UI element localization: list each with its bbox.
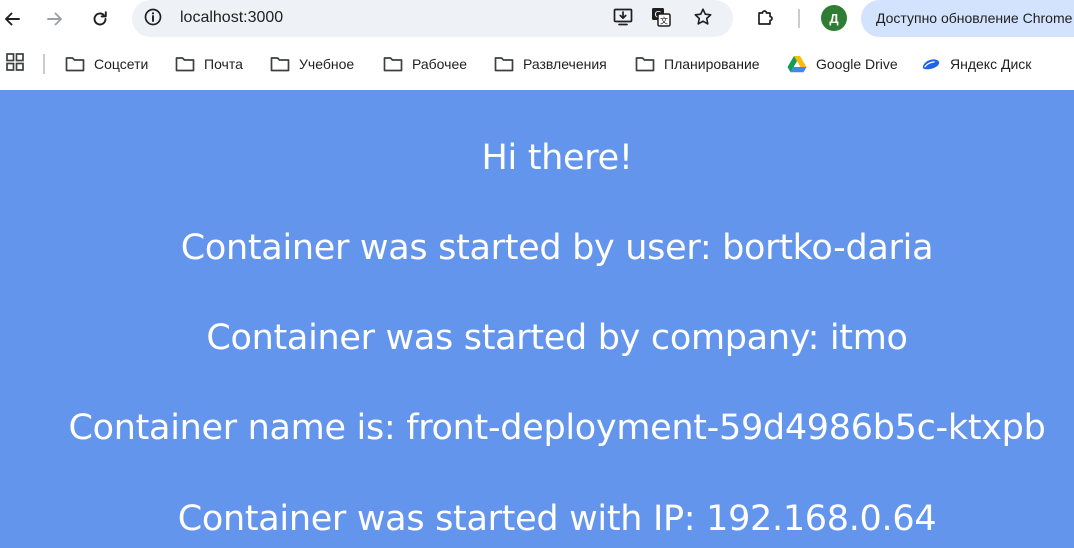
update-chrome-button[interactable]: Доступно обновление Chrome <box>861 0 1074 37</box>
company-line: Container was started by company: itmo <box>206 318 908 358</box>
forward-button[interactable] <box>40 4 70 34</box>
apps-grid-icon <box>6 52 24 76</box>
back-button[interactable] <box>0 4 27 34</box>
bookmarks-bar: Соцсети Почта Учебное Рабочее Развлечени… <box>0 38 1074 90</box>
bookmark-label: Почта <box>204 56 243 72</box>
bookmark-label: Учебное <box>299 56 355 72</box>
folder-icon <box>175 54 195 74</box>
translate-icon: G文 <box>650 6 672 33</box>
reload-icon <box>90 9 110 29</box>
extensions-button[interactable] <box>752 5 780 33</box>
bookmark-yandex-disk[interactable]: Яндекс Диск <box>921 51 1031 77</box>
reload-button[interactable] <box>85 4 115 34</box>
bookmark-label: Google Drive <box>816 56 898 72</box>
folder-icon <box>635 54 655 74</box>
bookmark-folder-study[interactable]: Учебное <box>270 51 354 77</box>
puzzle-icon <box>755 6 777 33</box>
container-name-line: Container name is: front-deployment-59d4… <box>68 408 1046 448</box>
ip-line: Container was started with IP: 192.168.0… <box>177 499 937 539</box>
bookmark-label: Планирование <box>664 56 760 72</box>
folder-icon <box>270 54 290 74</box>
folder-icon <box>383 54 403 74</box>
bookmark-label: Рабочее <box>412 56 468 72</box>
browser-toolbar: localhost:3000 G文 Д Доступно обновление … <box>0 0 1074 38</box>
apps-button[interactable] <box>4 52 26 76</box>
site-info-icon <box>143 7 163 32</box>
bookmarks-divider <box>43 54 45 74</box>
toolbar-divider <box>798 9 800 28</box>
bookmark-label: Развлечения <box>523 56 607 72</box>
bookmark-folder-entertainment[interactable]: Развлечения <box>494 51 607 77</box>
back-arrow-icon <box>2 9 22 29</box>
site-info-button[interactable] <box>141 7 165 31</box>
bookmark-folder-mail[interactable]: Почта <box>175 51 243 77</box>
bookmark-star-button[interactable] <box>690 6 716 32</box>
folder-icon <box>65 54 85 74</box>
bookmark-folder-socials[interactable]: Соцсети <box>65 51 148 77</box>
install-app-button[interactable] <box>610 6 636 32</box>
folder-icon <box>494 54 514 74</box>
profile-avatar[interactable]: Д <box>821 5 847 31</box>
bookmark-folder-work[interactable]: Рабочее <box>383 51 467 77</box>
address-bar[interactable]: localhost:3000 G文 <box>132 0 733 37</box>
bookmark-folder-planning[interactable]: Планирование <box>635 51 760 77</box>
forward-arrow-icon <box>45 9 65 29</box>
star-icon <box>693 7 713 32</box>
translate-button[interactable]: G文 <box>648 6 674 32</box>
install-app-icon <box>612 6 634 33</box>
bookmark-label: Соцсети <box>94 56 149 72</box>
yandex-disk-icon <box>921 54 941 74</box>
user-line: Container was started by user: bortko-da… <box>180 228 934 268</box>
bookmark-google-drive[interactable]: Google Drive <box>787 51 898 77</box>
bookmark-label: Яндекс Диск <box>950 56 1032 72</box>
greeting-text: Hi there! <box>481 138 633 178</box>
google-drive-icon <box>787 54 807 74</box>
page-content: Hi there! Container was started by user:… <box>0 90 1074 548</box>
svg-text:文: 文 <box>660 15 668 25</box>
url-text[interactable]: localhost:3000 <box>180 9 283 27</box>
